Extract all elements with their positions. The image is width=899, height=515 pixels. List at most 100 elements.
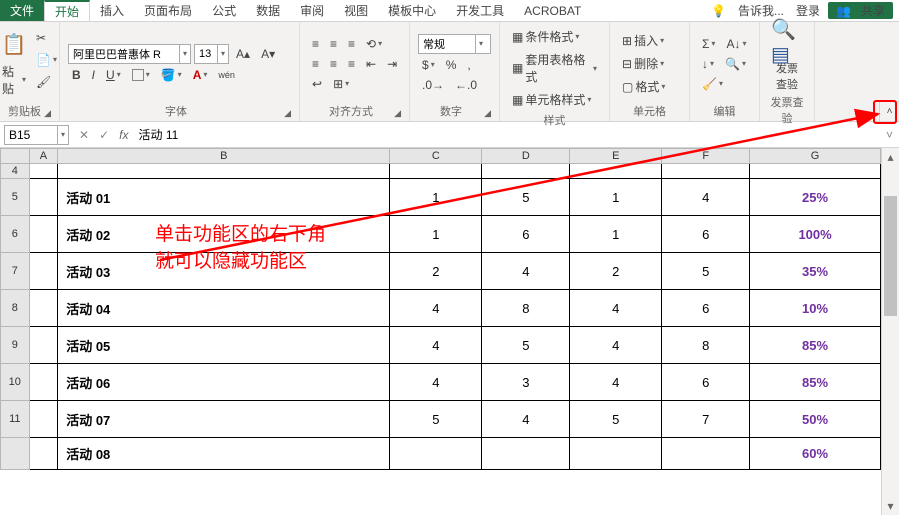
- cell-styles[interactable]: ▦ 单元格样式▾: [508, 89, 595, 110]
- align-left[interactable]: ≡: [308, 55, 323, 73]
- scroll-thumb[interactable]: [884, 196, 897, 316]
- tab-file[interactable]: 文件: [0, 0, 44, 21]
- ribbon-collapse-button[interactable]: ˄: [879, 101, 899, 121]
- formula-expand[interactable]: ˅: [880, 128, 899, 142]
- tab-data[interactable]: 数据: [246, 0, 290, 21]
- tab-developer[interactable]: 开发工具: [446, 0, 514, 21]
- tab-acrobat[interactable]: ACROBAT: [514, 0, 591, 21]
- table-row[interactable]: 7 活动 03242535%: [1, 253, 881, 290]
- scroll-down-arrow[interactable]: ▾: [882, 497, 899, 515]
- merge-cells[interactable]: ⊞▾: [329, 75, 353, 93]
- indent-inc[interactable]: ⇥: [383, 55, 401, 73]
- invoice-icon[interactable]: 🔍▤: [771, 26, 803, 58]
- col-header-e[interactable]: E: [570, 149, 662, 164]
- copy-button[interactable]: 📄▾: [32, 51, 61, 69]
- tab-view[interactable]: 视图: [334, 0, 378, 21]
- align-top[interactable]: ≡: [308, 35, 323, 53]
- bold-button[interactable]: B: [68, 66, 85, 84]
- align-launcher[interactable]: ◢: [394, 108, 401, 119]
- share-button[interactable]: 👥共享: [828, 2, 893, 19]
- styles-label: 样式: [508, 112, 601, 128]
- row-header[interactable]: 8: [1, 290, 30, 327]
- row-header[interactable]: 4: [1, 164, 30, 179]
- row-header[interactable]: 5: [1, 179, 30, 216]
- orientation[interactable]: ⟲▾: [362, 35, 386, 53]
- table-row[interactable]: 8 活动 04484610%: [1, 290, 881, 327]
- scroll-up-arrow[interactable]: ▴: [882, 148, 899, 166]
- tab-insert[interactable]: 插入: [90, 0, 134, 21]
- format-painter[interactable]: 🖌: [32, 73, 61, 91]
- indent-dec[interactable]: ⇤: [362, 55, 380, 73]
- table-format[interactable]: ▦ 套用表格格式▾: [508, 49, 601, 87]
- decrease-font[interactable]: A▾: [257, 45, 279, 63]
- col-header-d[interactable]: D: [482, 149, 570, 164]
- cancel-fx[interactable]: ✕: [75, 128, 93, 142]
- comma-button[interactable]: ,: [463, 56, 474, 74]
- align-right[interactable]: ≡: [344, 55, 359, 73]
- table-row[interactable]: 活动 0860%: [1, 438, 881, 470]
- align-center[interactable]: ≡: [326, 55, 341, 73]
- italic-button[interactable]: I: [88, 66, 99, 84]
- row-header[interactable]: 6: [1, 216, 30, 253]
- table-row[interactable]: 9 活动 05454885%: [1, 327, 881, 364]
- font-size-combo[interactable]: ▾: [194, 44, 229, 64]
- increase-decimal[interactable]: .0→: [418, 76, 448, 94]
- col-header-f[interactable]: F: [662, 149, 750, 164]
- col-header-a[interactable]: A: [29, 149, 58, 164]
- paste-icon[interactable]: 📋: [0, 29, 30, 61]
- percent-button[interactable]: %: [442, 56, 461, 74]
- vertical-scrollbar[interactable]: ▴ ▾: [881, 148, 899, 515]
- font-color[interactable]: A▾: [189, 66, 212, 84]
- number-format-combo[interactable]: ▾: [418, 34, 491, 54]
- tab-review[interactable]: 审阅: [290, 0, 334, 21]
- delete-cells[interactable]: ⊟ 删除▾: [618, 53, 668, 74]
- fx-icon[interactable]: fx: [119, 128, 128, 142]
- wrap-text[interactable]: ↩: [308, 75, 326, 93]
- col-header-b[interactable]: B: [58, 149, 390, 164]
- col-header-g[interactable]: G: [750, 149, 881, 164]
- enter-fx[interactable]: ✓: [95, 128, 113, 142]
- font-launcher[interactable]: ◢: [284, 108, 291, 119]
- border-button[interactable]: ▾: [128, 67, 154, 83]
- row-header[interactable]: 7: [1, 253, 30, 290]
- table-row[interactable]: 11 活动 07545750%: [1, 401, 881, 438]
- clear-button[interactable]: 🧹▾: [698, 75, 727, 93]
- tab-page-layout[interactable]: 页面布局: [134, 0, 202, 21]
- table-row[interactable]: 6 活动 021616100%: [1, 216, 881, 253]
- tab-template[interactable]: 模板中心: [378, 0, 446, 21]
- cond-format[interactable]: ▦ 条件格式▾: [508, 26, 583, 47]
- fill-color[interactable]: 🪣▾: [157, 66, 186, 84]
- number-launcher[interactable]: ◢: [484, 108, 491, 119]
- fill-button[interactable]: ↓▾: [698, 55, 718, 73]
- font-name-combo[interactable]: ▾: [68, 44, 191, 64]
- row-header[interactable]: 10: [1, 364, 30, 401]
- row-header[interactable]: [1, 438, 30, 470]
- cut-button[interactable]: ✂: [32, 29, 61, 47]
- formula-input[interactable]: [134, 128, 880, 142]
- tab-home[interactable]: 开始: [44, 0, 90, 21]
- find-select[interactable]: 🔍▾: [721, 55, 750, 73]
- select-all-corner[interactable]: [1, 149, 30, 164]
- table-row[interactable]: 10 活动 06434685%: [1, 364, 881, 401]
- clipboard-label: 剪贴板: [8, 103, 41, 119]
- currency-button[interactable]: $▾: [418, 56, 439, 74]
- align-bottom[interactable]: ≡: [344, 35, 359, 53]
- name-box[interactable]: ▾: [4, 125, 69, 145]
- col-header-c[interactable]: C: [390, 149, 482, 164]
- tab-formulas[interactable]: 公式: [202, 0, 246, 21]
- underline-button[interactable]: U▾: [102, 66, 125, 84]
- row-header[interactable]: 9: [1, 327, 30, 364]
- increase-font[interactable]: A▴: [232, 45, 254, 63]
- paste-button[interactable]: 粘贴▾: [0, 61, 30, 99]
- sort-filter[interactable]: A↓▾: [722, 35, 750, 53]
- align-middle[interactable]: ≡: [326, 35, 341, 53]
- ruby-button[interactable]: wén: [214, 68, 239, 82]
- table-row[interactable]: 4: [1, 164, 881, 179]
- clipboard-launcher[interactable]: ◢: [44, 108, 51, 119]
- decrease-decimal[interactable]: ←.0: [451, 76, 481, 94]
- insert-cells[interactable]: ⊞ 插入▾: [618, 30, 668, 51]
- format-cells[interactable]: ▢ 格式▾: [618, 76, 669, 97]
- autosum[interactable]: Σ▾: [698, 35, 719, 53]
- row-header[interactable]: 11: [1, 401, 30, 438]
- table-row[interactable]: 5 活动 01151425%: [1, 179, 881, 216]
